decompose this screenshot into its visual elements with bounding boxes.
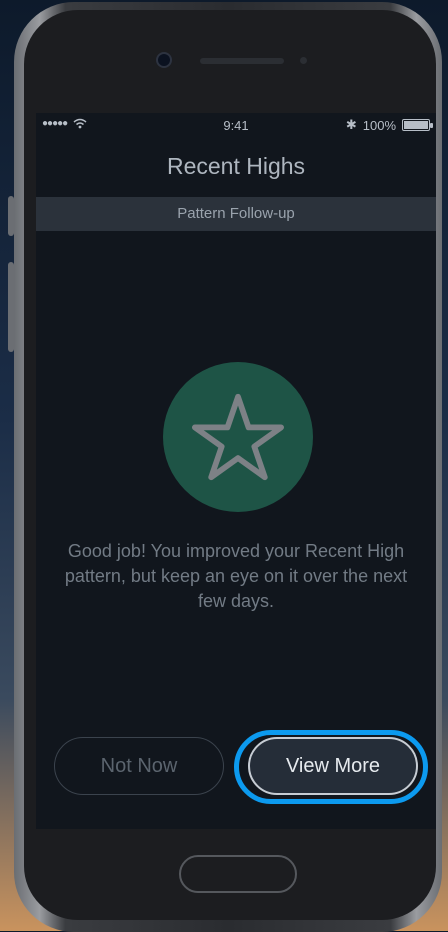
status-right: ✱ 100%	[345, 117, 433, 133]
battery-percent: 100%	[362, 117, 396, 133]
battery-level	[404, 121, 428, 129]
page-title: Recent Highs	[166, 153, 306, 179]
view-more-button[interactable]: View More	[248, 737, 418, 795]
mute-switch	[8, 196, 14, 236]
battery-icon	[402, 119, 433, 131]
not-now-button[interactable]: Not Now	[54, 737, 224, 795]
speaker-grille	[200, 58, 284, 64]
proximity-sensor	[300, 57, 307, 64]
follow-up-message: Good job! You improved your Recent High …	[64, 541, 408, 611]
star-icon	[192, 393, 284, 481]
front-camera-icon	[158, 54, 170, 66]
section-header: Pattern Follow-up	[36, 197, 436, 231]
status-bar: ●●●●● 9:41 ✱ 100%	[36, 113, 436, 141]
achievement-badge	[163, 362, 313, 512]
volume-button	[8, 262, 14, 352]
bluetooth-icon: ✱	[345, 117, 357, 132]
home-button[interactable]	[179, 855, 297, 893]
app-screen: ●●●●● 9:41 ✱ 100% Recent Highs Pattern F…	[36, 113, 436, 829]
